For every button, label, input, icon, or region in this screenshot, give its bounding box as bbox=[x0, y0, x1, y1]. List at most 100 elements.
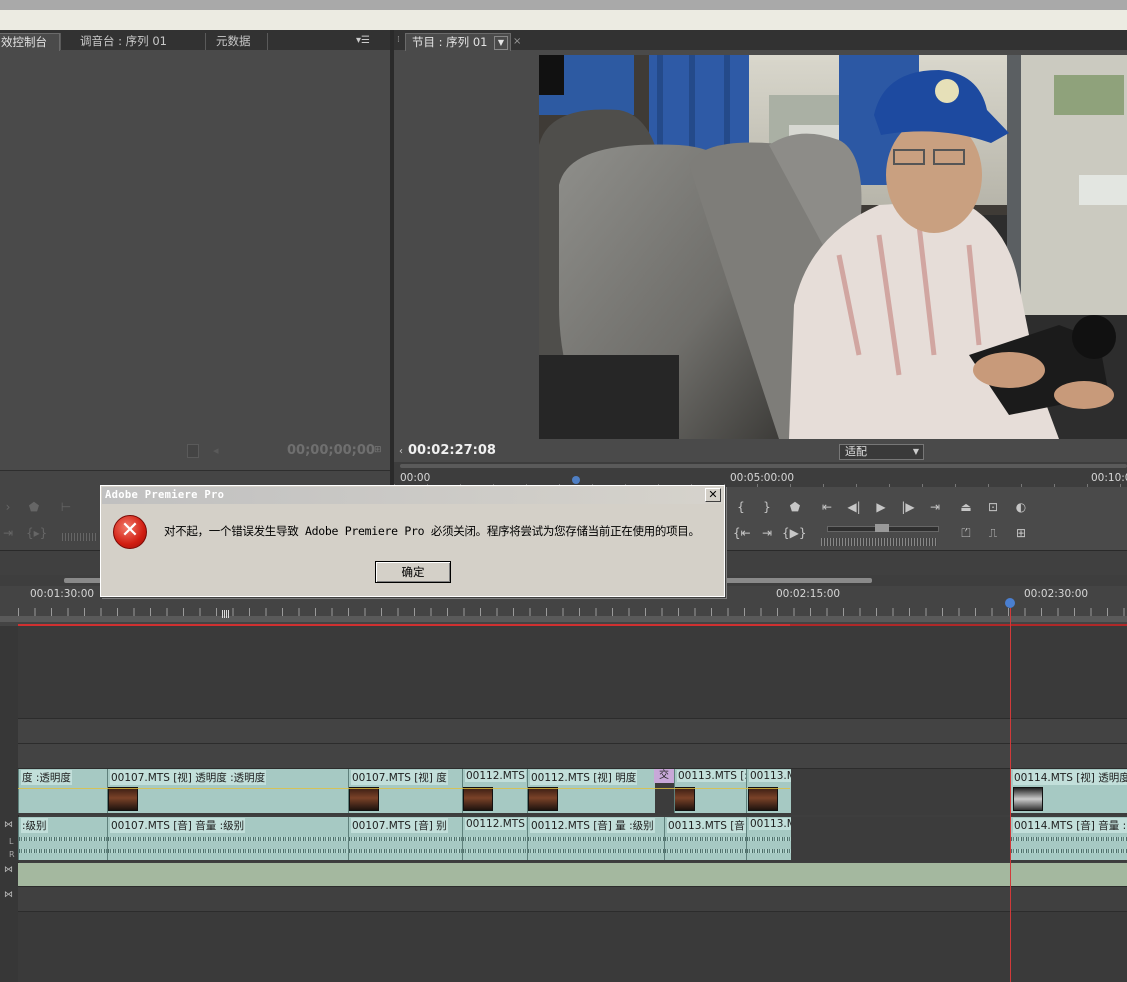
goto-next-edit-icon[interactable]: ⇥ bbox=[759, 526, 775, 540]
panel-menu-icon[interactable]: ▾☰ bbox=[356, 35, 370, 46]
waveform bbox=[747, 837, 791, 841]
step-back-icon[interactable]: ◀| bbox=[846, 500, 862, 514]
ruler-zoom-bar[interactable] bbox=[400, 464, 1127, 468]
close-tab-icon[interactable]: × bbox=[513, 36, 521, 47]
panel-grip-icon[interactable]: ⊞ bbox=[374, 445, 382, 455]
audio-clip[interactable]: 00112.MTS bbox=[462, 817, 528, 860]
track-expand-icon[interactable]: ⋈ bbox=[4, 865, 13, 875]
work-area-marker[interactable] bbox=[222, 610, 230, 618]
track-expand-icon[interactable]: ⋈ bbox=[4, 890, 13, 900]
track-audio-3[interactable] bbox=[18, 887, 1127, 912]
ok-button[interactable]: 确定 bbox=[375, 561, 451, 583]
goto-prev-edit-icon[interactable]: {⇤ bbox=[733, 526, 751, 540]
chevron-down-icon: ▼ bbox=[912, 447, 919, 456]
video-clip[interactable]: 00113.MTS [: bbox=[674, 769, 747, 813]
chevron-down-icon[interactable]: ▼ bbox=[494, 36, 508, 50]
fit-dropdown[interactable]: 适配 ▼ bbox=[839, 444, 924, 460]
tab-effect-controls[interactable]: 效控制台 bbox=[0, 33, 60, 51]
menu-bar-strip bbox=[0, 10, 1127, 30]
program-timecode: 00:02:27:08 bbox=[408, 443, 496, 458]
track-video-empty[interactable] bbox=[18, 719, 1127, 744]
overlay-icon[interactable]: {▸} bbox=[26, 526, 47, 540]
track-expand-icon[interactable]: ⋈ bbox=[4, 820, 13, 830]
track-audio-2[interactable] bbox=[18, 863, 1127, 887]
insert-icon[interactable]: ⇥ bbox=[0, 526, 16, 540]
program-video-frame[interactable] bbox=[539, 55, 1127, 439]
track-master-empty[interactable] bbox=[18, 912, 1127, 982]
video-clip[interactable]: 00107.MTS [视] 度 bbox=[348, 769, 463, 813]
panel-grip-icon[interactable]: ⁞ bbox=[397, 35, 400, 45]
step-forward-icon[interactable]: |▶ bbox=[900, 500, 916, 514]
goto-out-icon[interactable]: ⇥ bbox=[927, 500, 943, 514]
audio-clip[interactable]: 00107.MTS [音] 别 bbox=[348, 817, 463, 860]
step-in-icon[interactable]: › bbox=[0, 500, 16, 514]
opacity-line[interactable] bbox=[18, 788, 790, 789]
track-video-empty[interactable] bbox=[18, 626, 1127, 719]
close-button[interactable]: ✕ bbox=[705, 488, 721, 502]
jog-wheel[interactable] bbox=[821, 538, 937, 546]
output-icon[interactable]: ◐ bbox=[1013, 500, 1029, 514]
timeline-ruler-label: 00:02:15:00 bbox=[776, 588, 841, 600]
extract-icon[interactable]: ⏍ bbox=[958, 526, 974, 540]
transition-marker[interactable]: 交 bbox=[654, 769, 674, 783]
audio-clip[interactable]: 00114.MTS [音] 音量 : bbox=[1010, 817, 1127, 860]
mark-out-icon[interactable]: } bbox=[759, 500, 775, 514]
video-clip[interactable]: 00112.MTS bbox=[462, 769, 528, 813]
lift-icon[interactable]: ⏏ bbox=[958, 500, 974, 514]
waveform bbox=[665, 837, 747, 841]
trim-icon[interactable]: ⎍ bbox=[985, 526, 1001, 540]
play-in-out-icon[interactable]: {▶} bbox=[782, 526, 807, 540]
video-clip[interactable]: 00114.MTS [视] 透明度 bbox=[1010, 769, 1127, 813]
track-video-empty[interactable] bbox=[18, 744, 1127, 769]
waveform bbox=[1011, 837, 1127, 841]
audio-clip[interactable]: 00113.MTS [音 bbox=[664, 817, 747, 860]
tab-program-label: 节目 : 序列 01 bbox=[412, 35, 488, 49]
mark-in-icon[interactable]: { bbox=[733, 500, 749, 514]
video-clip[interactable]: 00113.M bbox=[746, 769, 791, 813]
tab-separator bbox=[205, 33, 206, 50]
playhead-icon[interactable] bbox=[1005, 598, 1015, 608]
marker-icon[interactable]: ⬟ bbox=[26, 500, 42, 514]
clip-thumbnail bbox=[463, 787, 493, 811]
audio-icon[interactable]: ◂ bbox=[213, 444, 219, 457]
goto-in-icon[interactable]: ⊢ bbox=[58, 500, 74, 514]
video-clip[interactable]: 度 :透明度 bbox=[18, 769, 108, 813]
error-icon-glyph: ✕ bbox=[120, 518, 140, 543]
video-clip[interactable]: 00107.MTS [视] 透明度 :透明度 bbox=[107, 769, 349, 813]
tab-program[interactable]: 节目 : 序列 01 ▼ bbox=[405, 33, 511, 51]
clip-label: 00113.MTS [: bbox=[677, 770, 747, 782]
jog-bar[interactable] bbox=[62, 533, 98, 541]
track-audio-1[interactable]: :级别 00107.MTS [音] 音量 :级别 00107.MTS [音] 别… bbox=[18, 817, 1127, 862]
tab-separator bbox=[60, 33, 61, 50]
program-ruler[interactable]: 00:00 00:05:00:00 00:10:0 bbox=[394, 462, 1127, 487]
clip-label: 00107.MTS [音] 别 bbox=[351, 818, 448, 833]
dialog-message: 对不起，一个错误发生导致 Adobe Premiere Pro 必须关闭。程序将… bbox=[164, 524, 700, 538]
clip-thumbnail bbox=[748, 787, 778, 811]
goto-in-icon[interactable]: ⇤ bbox=[819, 500, 835, 514]
clip-label: :级别 bbox=[21, 818, 48, 833]
safe-margins-icon[interactable]: ⊡ bbox=[985, 500, 1001, 514]
audio-clip[interactable]: :级别 bbox=[18, 817, 108, 860]
tab-metadata[interactable]: 元数据 bbox=[210, 33, 257, 50]
audio-clip[interactable]: 00107.MTS [音] 音量 :级别 bbox=[107, 817, 349, 860]
playhead-line[interactable] bbox=[1010, 608, 1011, 982]
source-timecode: 00;00;00;00 bbox=[287, 443, 375, 458]
track-video-1[interactable]: 度 :透明度 00107.MTS [视] 透明度 :透明度 00107.MTS … bbox=[18, 769, 1127, 815]
audio-clip[interactable]: 00113.M bbox=[746, 817, 791, 860]
play-icon[interactable]: ▶ bbox=[873, 500, 889, 514]
audio-clip[interactable]: 00112.MTS [音] 量 :级别 bbox=[527, 817, 665, 860]
close-icon: ✕ bbox=[708, 488, 718, 501]
marker-icon[interactable]: ⬟ bbox=[787, 500, 803, 514]
export-frame-icon[interactable]: ⊞ bbox=[1013, 526, 1029, 540]
shuttle-slider[interactable] bbox=[827, 524, 939, 532]
collapse-icon[interactable]: ‹ bbox=[399, 446, 403, 457]
video-clip[interactable]: 00112.MTS [视] 明度 bbox=[527, 769, 655, 813]
tab-audio-mixer[interactable]: 调音台 : 序列 01 bbox=[74, 33, 173, 50]
playhead-marker-icon[interactable] bbox=[572, 476, 580, 484]
frame-icon[interactable] bbox=[187, 444, 199, 458]
dialog-titlebar[interactable]: Adobe Premiere Pro bbox=[102, 487, 723, 504]
clip-label: 00114.MTS [音] 音量 : bbox=[1013, 818, 1127, 833]
shuttle-handle[interactable] bbox=[875, 524, 889, 532]
clip-label: 00112.MTS [音] 量 :级别 bbox=[530, 818, 655, 833]
waveform bbox=[108, 849, 349, 853]
